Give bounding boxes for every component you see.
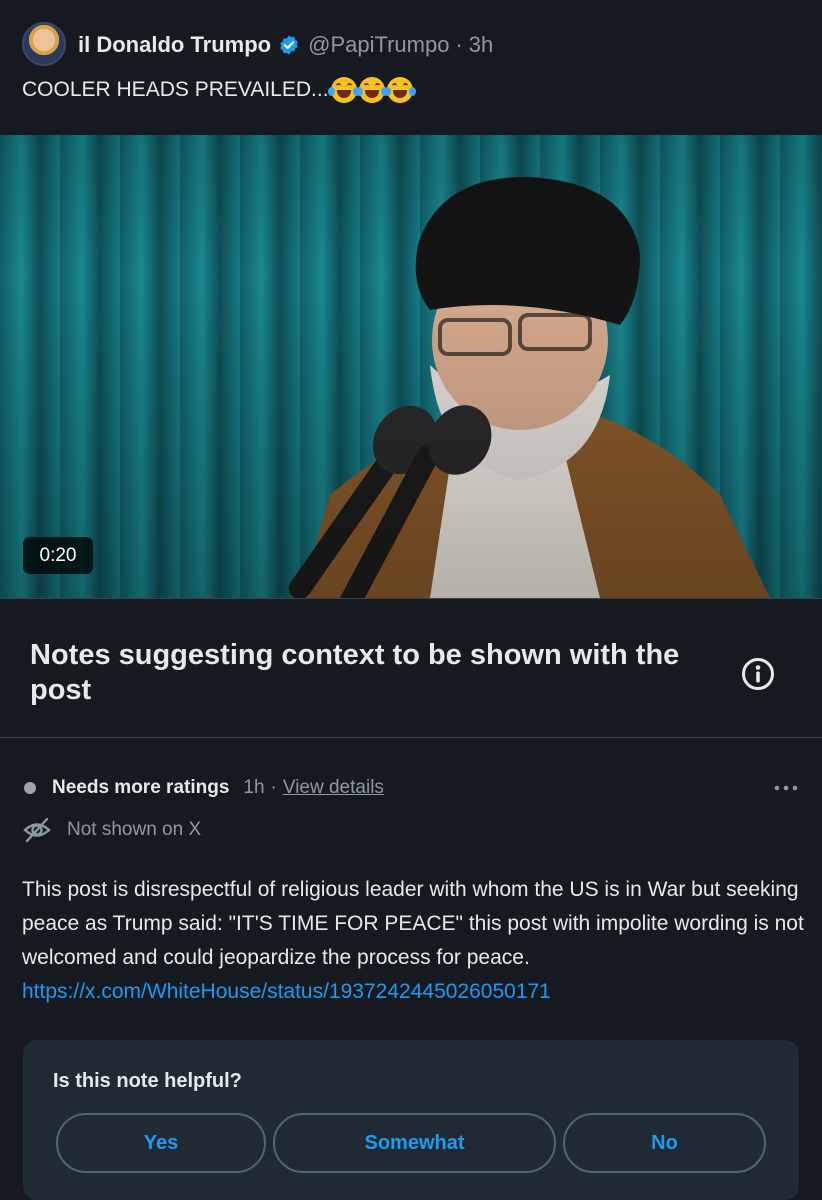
face-with-tears-of-joy-icon bbox=[327, 77, 360, 103]
note-source-link[interactable]: https://x.com/WhiteHouse/status/19372424… bbox=[22, 980, 551, 1003]
post-text-content: COOLER HEADS PREVAILED... bbox=[22, 78, 329, 101]
post-timestamp[interactable]: 3h bbox=[469, 32, 493, 58]
author-handle[interactable]: @PapiTrumpo bbox=[308, 32, 449, 58]
video-player[interactable] bbox=[0, 135, 822, 598]
note-status-row: Needs more ratings 1h · View details bbox=[24, 776, 384, 800]
video-duration: 0:20 bbox=[23, 537, 93, 574]
post-text: COOLER HEADS PREVAILED... bbox=[22, 77, 416, 103]
info-icon[interactable] bbox=[741, 657, 775, 691]
video-vignette bbox=[0, 135, 822, 598]
note-separator: · bbox=[270, 777, 277, 798]
eye-off-icon bbox=[23, 817, 51, 843]
note-body-text: This post is disrespectful of religious … bbox=[22, 878, 804, 969]
face-with-tears-of-joy-icon bbox=[355, 77, 388, 103]
post-header bbox=[0, 0, 822, 135]
more-options-icon[interactable] bbox=[774, 783, 798, 793]
rating-question: Is this note helpful? bbox=[53, 1070, 242, 1092]
author-avatar[interactable] bbox=[22, 22, 66, 66]
view-details-link[interactable]: View details bbox=[283, 777, 384, 799]
author-line: il Donaldo Trumpo @PapiTrumpo · 3h bbox=[78, 31, 493, 59]
notes-title: Notes suggesting context to be shown wit… bbox=[30, 639, 680, 706]
note-timestamp: 1h bbox=[243, 777, 265, 798]
note-status-label: Needs more ratings bbox=[52, 777, 230, 798]
verified-badge-icon bbox=[280, 35, 298, 55]
visibility-label: Not shown on X bbox=[67, 819, 202, 840]
rate-somewhat-button[interactable]: Somewhat bbox=[273, 1113, 556, 1173]
rate-no-button[interactable]: No bbox=[563, 1113, 766, 1173]
face-with-tears-of-joy-icon bbox=[383, 77, 416, 103]
rate-yes-button[interactable]: Yes bbox=[56, 1113, 266, 1173]
author-name[interactable]: il Donaldo Trumpo bbox=[78, 32, 271, 58]
header-separator: · bbox=[455, 32, 463, 57]
note-body: This post is disrespectful of religious … bbox=[22, 873, 812, 1009]
visibility-row: Not shown on X bbox=[22, 815, 201, 845]
status-dot-icon bbox=[24, 782, 36, 794]
